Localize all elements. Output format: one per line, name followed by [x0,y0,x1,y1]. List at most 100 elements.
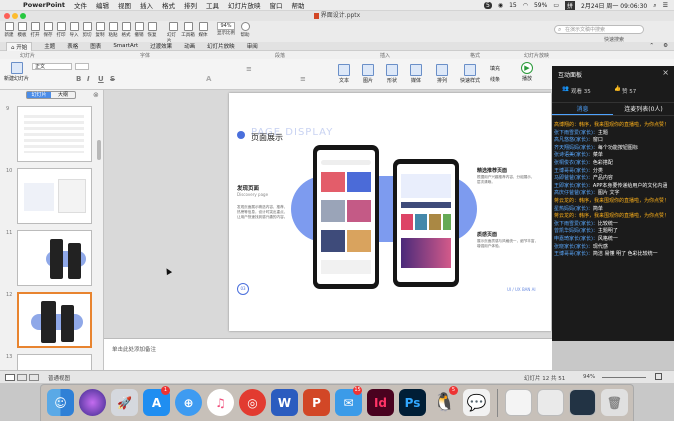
notes-field[interactable]: 单击此处添加备注 [104,338,552,370]
fill-button[interactable]: 填充 [490,65,500,72]
ribbon-settings-icon[interactable]: ⚙ [663,43,668,49]
battery-percent[interactable]: 59% [534,2,547,9]
powerpoint-icon[interactable]: P [303,389,330,416]
slide-thumbnail-13[interactable] [17,354,92,370]
chat-username[interactable]: 曾凯华妈妈(家长)： [554,228,598,234]
siri-icon[interactable] [79,389,106,416]
italic-button[interactable]: I [87,75,90,83]
bold-button[interactable]: B [76,75,81,83]
bubble-count[interactable]: 15 [509,2,517,9]
chat-username[interactable]: 高博翔的：韩序， [554,122,594,128]
indesign-icon[interactable]: Id [367,389,394,416]
recent-document-icon[interactable] [505,389,532,416]
safari-icon[interactable]: ⊕ [175,389,202,416]
menu-window[interactable]: 窗口 [270,0,283,10]
tab-messages[interactable]: 消息 [552,103,613,115]
tab-chart[interactable]: 图表 [90,42,101,50]
menu-insert[interactable]: 插入 [140,0,153,10]
search-input[interactable]: ⌕ 在演示文稿中搜索 [554,25,644,34]
chat-username[interactable]: 蒋云龙的：韩序， [554,213,594,219]
current-slide[interactable]: PAGE DISPLAY 页面展示 发现页面 Discovery page 发现… [229,93,551,331]
photoshop-icon[interactable]: Ps [399,389,426,416]
insert-media-button[interactable]: 媒体 [410,64,422,84]
insert-picture-button[interactable]: 图片 [362,64,374,84]
toolbox-button[interactable]: 工具箱 [180,22,196,38]
new-button[interactable]: 新建 [3,22,15,38]
view-normal-icon[interactable] [5,374,15,381]
tab-slides[interactable]: 幻灯片 [27,92,51,98]
app-menu[interactable]: PowerPoint [23,1,65,9]
menu-view[interactable]: 视图 [118,0,131,10]
tab-slideshow[interactable]: 幻灯片放映 [207,42,235,50]
spotlight-icon[interactable]: ⌕ [653,2,656,10]
wifi-icon[interactable]: ◠ [523,2,528,9]
chat-username[interactable]: 张桐俊衣(家长)： [554,160,593,166]
finder-icon[interactable]: ☺ [47,389,74,416]
menu-slideshow[interactable]: 幻灯片放映 [228,0,261,10]
recent-folder-icon[interactable] [537,389,564,416]
quick-styles-button[interactable]: 快速样式 [460,64,480,84]
fit-to-window-icon[interactable] [655,373,662,380]
trash-icon[interactable]: 🗑 [601,389,628,416]
print-button[interactable]: 打印 [55,22,67,38]
close-window-icon[interactable] [4,13,10,19]
arrange-button[interactable]: 排列 [436,64,448,84]
tab-smartart[interactable]: SmartArt [113,43,138,49]
slide-thumbnail-11[interactable] [17,230,92,286]
desktop-stack-icon[interactable] [569,389,596,416]
tab-outline[interactable]: 大纲 [51,92,75,98]
tab-transitions[interactable]: 过渡效果 [150,42,172,50]
chat-username[interactable]: 蒋云龙的：韩序， [554,198,594,204]
template-button[interactable]: 模板 [16,22,28,38]
chat-username[interactable]: 齐天翔妈妈(家长)： [554,145,598,151]
close-icon[interactable]: × [662,68,669,77]
menu-arrange[interactable]: 排列 [184,0,197,10]
chat-username[interactable]: 张诗语美(家长)： [554,152,593,158]
font-name-select[interactable]: 正文 [32,63,72,70]
chat-username[interactable]: 张下雨雪爱(家长)： [554,221,598,227]
help-button[interactable]: 帮助 [239,22,251,38]
play-button[interactable]: ▶ 播放 [521,62,533,82]
clock[interactable]: 2月24日 周一 09:06:30 [581,1,647,10]
chat-username[interactable]: 王博哥哥(家长)： [554,168,593,174]
chat-username[interactable]: 高庆仔爸爸(家长)： [554,190,598,196]
menu-help[interactable]: 帮助 [292,0,305,10]
chat-username[interactable]: 马即爸爸(家长)： [554,175,593,181]
chat-username[interactable]: 张晓家长(家长)： [554,244,593,250]
tab-mic-list[interactable]: 连麦列表(0人) [613,103,674,115]
zoom-window-icon[interactable] [20,13,26,19]
underline-button[interactable]: U [98,75,104,83]
insert-shape-button[interactable]: 形状 [386,64,398,84]
menu-edit[interactable]: 编辑 [96,0,109,10]
import-button[interactable]: 导入 [68,22,80,38]
battery-icon[interactable]: ▭ [553,2,559,9]
tab-animation[interactable]: 动画 [184,42,195,50]
collapse-ribbon-icon[interactable]: ⌃ [649,43,654,49]
control-center-icon[interactable]: ☰ [663,2,668,9]
paste-button[interactable]: 粘贴 [107,22,119,38]
save-button[interactable]: 保存 [42,22,54,38]
undo-button[interactable]: 撤销 [133,22,145,38]
font-color-button[interactable]: A [206,75,211,83]
word-icon[interactable]: W [271,389,298,416]
open-button[interactable]: 打开 [29,22,41,38]
tab-table[interactable]: 表格 [67,42,78,50]
media-button[interactable]: 媒体 [197,22,209,38]
wechat-icon[interactable]: 💬 [463,389,490,416]
chat-username[interactable]: 张下雨雪爱(家长)： [554,130,598,136]
bullets-icon[interactable]: ≡ [246,65,252,73]
align-icon[interactable]: ≡ [300,75,306,83]
slide-button[interactable]: 幻灯片 [167,22,179,44]
close-panel-icon[interactable]: ⊗ [93,91,99,99]
menu-format[interactable]: 格式 [162,0,175,10]
view-sorter-icon[interactable] [17,374,27,381]
view-reading-icon[interactable] [29,374,39,381]
launchpad-icon[interactable]: 🚀 [111,389,138,416]
copy-button[interactable]: 复制 [94,22,106,38]
panel-scrollbar[interactable] [97,140,101,160]
zoom-control[interactable]: 94% 显示比例 [214,22,238,36]
zoom-slider[interactable] [602,377,646,378]
netease-music-icon[interactable]: ◎ [239,389,266,416]
slide-thumbnail-12-selected[interactable] [17,292,92,348]
insert-text-button[interactable]: 文本 [338,64,350,84]
